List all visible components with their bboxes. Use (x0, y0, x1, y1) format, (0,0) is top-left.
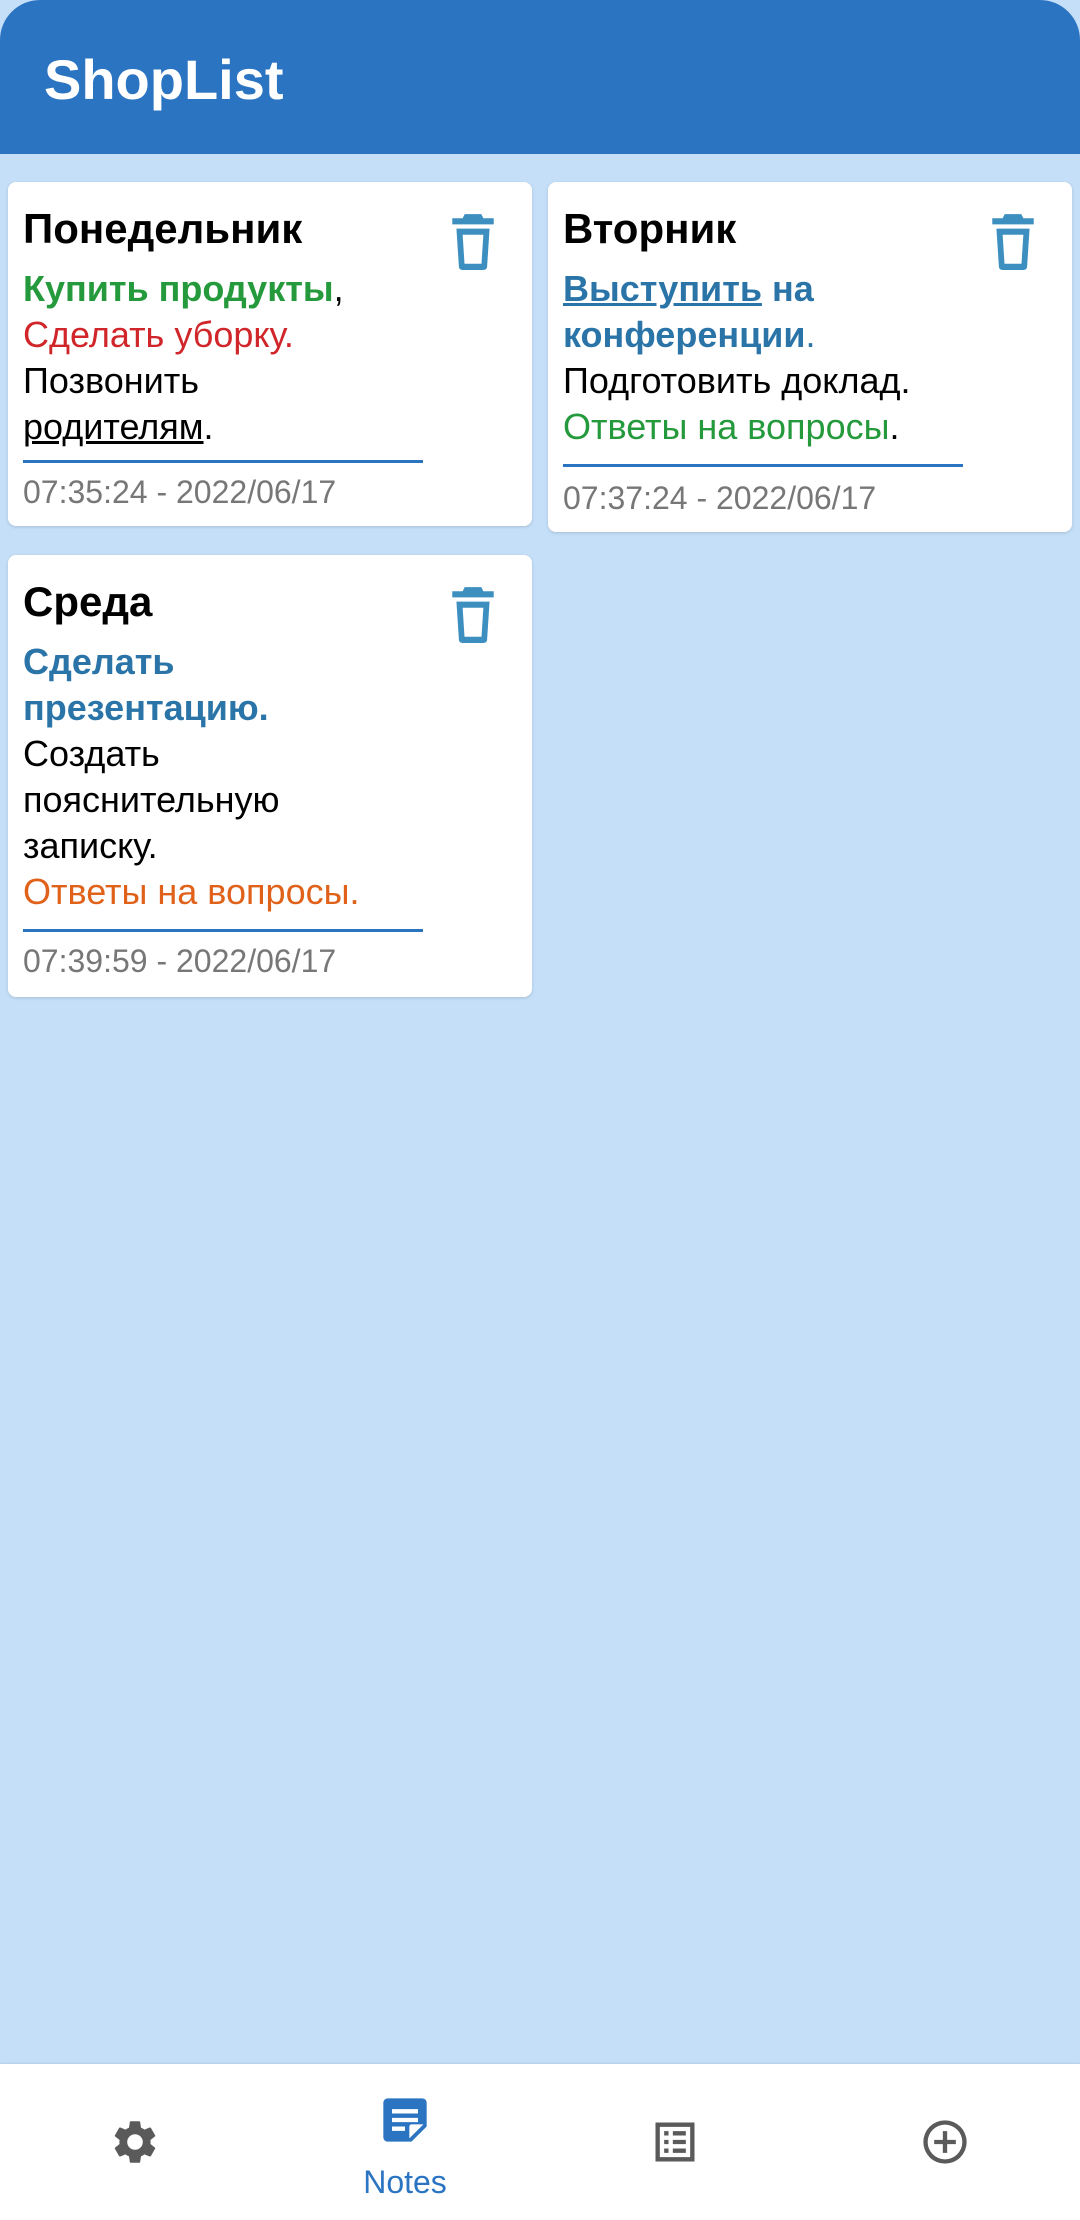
app-bar: ShopList (0, 0, 1080, 154)
delete-note-button[interactable] (448, 585, 498, 643)
note-text-run: конференции (563, 314, 806, 355)
note-text-run: , (333, 268, 344, 309)
list-icon (649, 2116, 701, 2168)
note-timestamp: 07:39:59 - 2022/06/17 (23, 943, 337, 979)
nav-item-settings[interactable] (0, 2064, 270, 2220)
note-text-run: презентацию. (23, 687, 269, 728)
note-line: Сделать (23, 639, 443, 685)
note-text-run: Позвонить (23, 360, 199, 401)
note-text-run: на (761, 268, 814, 309)
note-line: родителям. (23, 404, 443, 450)
trash-icon (452, 587, 494, 643)
note-card[interactable]: Понедельник Купить продукты, Сделать убор… (8, 182, 532, 526)
note-line: Создать (23, 731, 443, 777)
add-circle-icon (919, 2116, 971, 2168)
note-text-run: Купить продукты (23, 268, 334, 309)
note-text-run: родителям (23, 406, 204, 447)
note-text-run: Сделать уборку. (23, 314, 294, 355)
note-line: Купить продукты, (23, 266, 443, 312)
note-line: Подготовить доклад. (563, 358, 1003, 404)
note-line: записку. (23, 823, 443, 869)
note-divider (23, 929, 423, 932)
note-divider (23, 460, 423, 463)
note-line: пояснительную (23, 777, 443, 823)
nav-item-notes[interactable]: Notes (270, 2064, 540, 2220)
trash-icon (992, 214, 1034, 270)
note-timestamp: 07:35:24 - 2022/06/17 (23, 474, 337, 510)
nav-label-notes: Notes (363, 2164, 447, 2200)
note-text-run: Ответы на вопросы (563, 406, 890, 447)
note-title: Вторник (563, 205, 737, 252)
note-line: презентацию. (23, 685, 443, 731)
note-body: Купить продукты, Сделать уборку. Позвонить… (23, 266, 443, 450)
gear-icon (109, 2116, 161, 2168)
delete-note-button[interactable] (988, 212, 1038, 270)
note-text-run: Выступить (563, 268, 762, 309)
note-text-run: . (805, 314, 816, 355)
notes-icon (379, 2094, 431, 2146)
app-title: ShopList (44, 48, 284, 111)
note-text-run: Сделать (23, 641, 175, 682)
delete-note-button[interactable] (448, 212, 498, 270)
note-line: конференции. (563, 312, 1003, 358)
note-title: Понедельник (23, 205, 303, 252)
note-line: Ответы на вопросы. (563, 404, 1003, 450)
bottom-navigation: Notes (0, 2064, 1080, 2220)
note-text-run: пояснительную (23, 779, 280, 820)
note-text-run: записку. (23, 825, 158, 866)
note-text-run: Подготовить доклад. (563, 360, 911, 401)
note-text-run: . (889, 406, 900, 447)
nav-item-list[interactable] (540, 2064, 810, 2220)
note-card[interactable]: Среда Сделать презентацию. Создать поясните… (8, 555, 532, 997)
nav-item-add[interactable] (810, 2064, 1080, 2220)
note-timestamp: 07:37:24 - 2022/06/17 (563, 480, 877, 516)
note-line: Позвонить (23, 358, 443, 404)
note-card[interactable]: Вторник Выступить на конференции. Подготов… (548, 182, 1072, 532)
note-line: Сделать уборку. (23, 312, 443, 358)
note-divider (563, 464, 963, 467)
note-title: Среда (23, 578, 153, 625)
trash-icon (452, 214, 494, 270)
note-text-run: Ответы на вопросы. (23, 871, 360, 912)
note-line: Выступить на (563, 266, 1003, 312)
note-text-run: . (203, 406, 214, 447)
note-text-run: Создать (23, 733, 160, 774)
note-body: Выступить на конференции. Подготовить докл… (563, 266, 1003, 450)
note-body: Сделать презентацию. Создать пояснительную з… (23, 639, 443, 915)
note-line: Ответы на вопросы. (23, 869, 443, 915)
